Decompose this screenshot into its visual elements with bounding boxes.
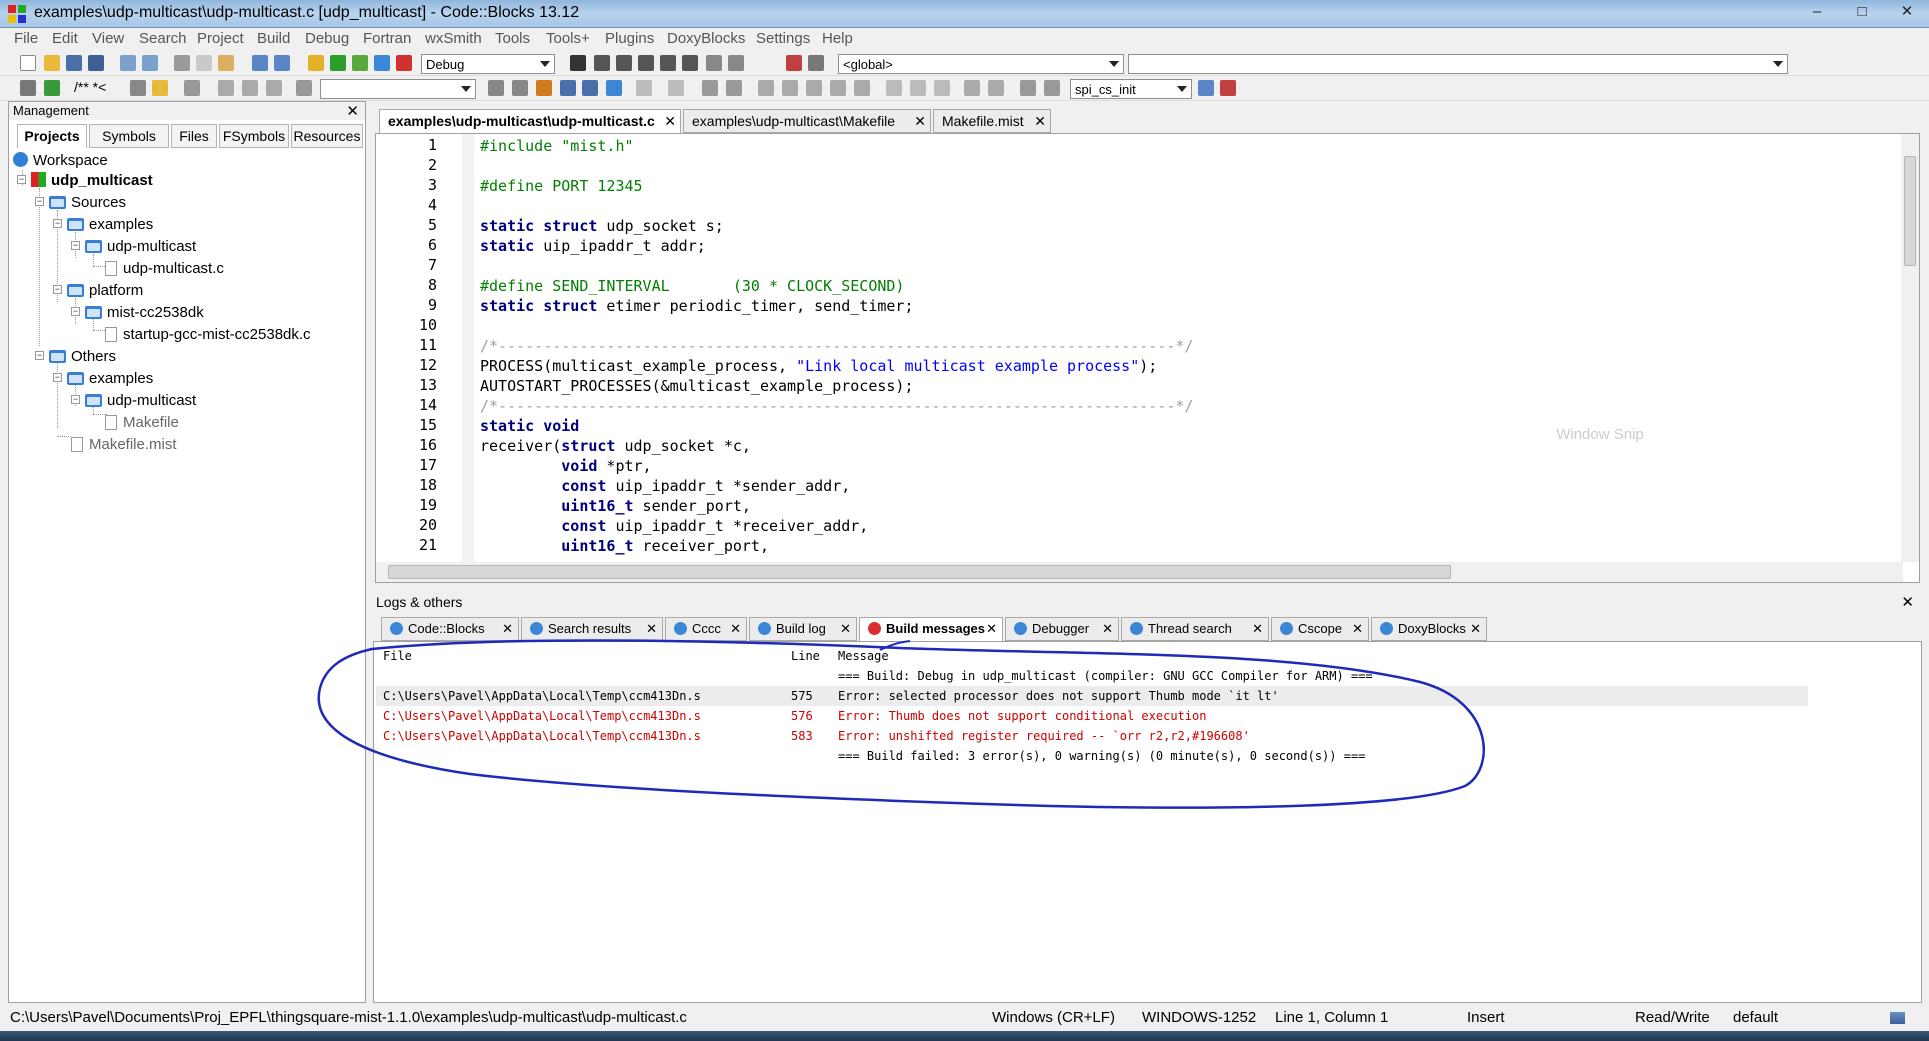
status-access: Read/Write xyxy=(1635,1009,1710,1026)
status-encoding: WINDOWS-1252 xyxy=(1142,1009,1257,1026)
language-flag-icon xyxy=(1890,1012,1905,1024)
status-file-path: C:\Users\Pavel\Documents\Proj_EPFL\thing… xyxy=(10,1009,687,1026)
status-eol: Windows (CR+LF) xyxy=(992,1009,1115,1026)
status-highlight: default xyxy=(1733,1009,1779,1026)
annotation-circle xyxy=(317,639,1485,809)
status-insert-mode: Insert xyxy=(1467,1009,1505,1026)
status-bar: C:\Users\Pavel\Documents\Proj_EPFL\thing… xyxy=(0,1007,1929,1031)
status-position: Line 1, Column 1 xyxy=(1275,1009,1389,1026)
taskbar xyxy=(0,1031,1929,1041)
